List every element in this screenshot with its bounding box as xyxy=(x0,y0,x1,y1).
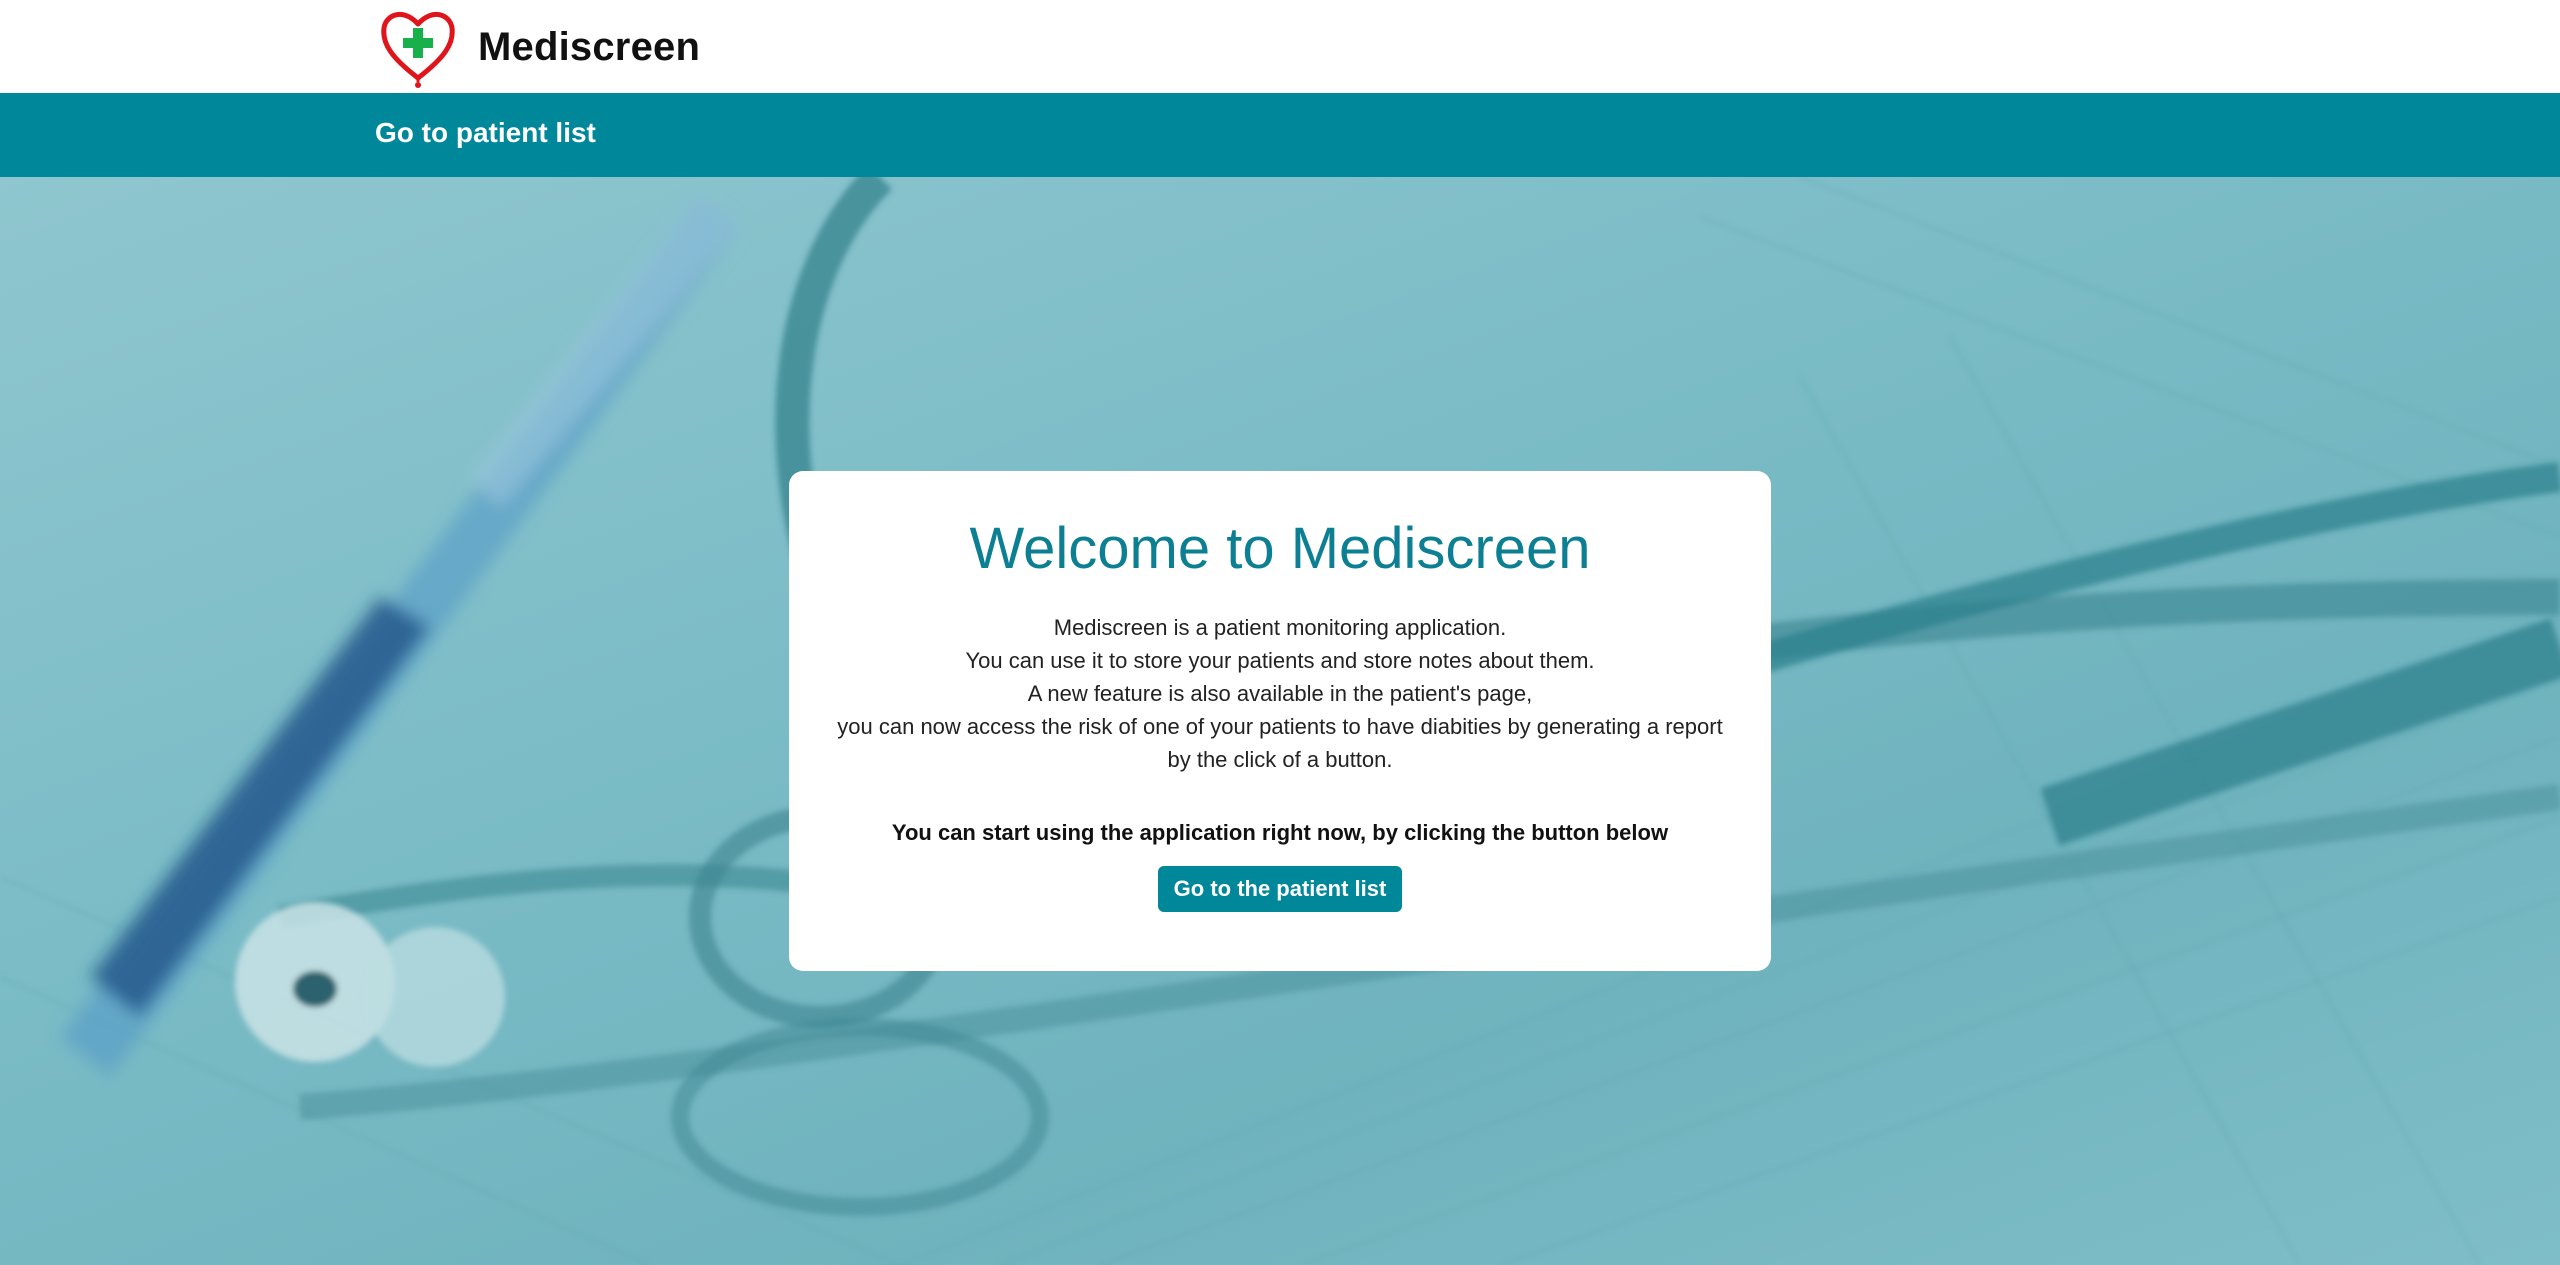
brand-name: Mediscreen xyxy=(478,24,701,69)
go-to-patient-list-button[interactable]: Go to the patient list xyxy=(1158,865,1402,912)
top-header: Mediscreen xyxy=(0,0,2560,93)
welcome-card: Welcome to Mediscreen Mediscreen is a pa… xyxy=(789,471,1771,971)
description-line: You can use it to store your patients an… xyxy=(965,647,1595,673)
hero-background: Welcome to Mediscreen Mediscreen is a pa… xyxy=(0,177,2560,1265)
description-line: A new feature is also available in the p… xyxy=(1027,680,1533,706)
brand-logo[interactable]: Mediscreen xyxy=(378,6,700,88)
cta-text: You can start using the application righ… xyxy=(891,819,1669,845)
heart-cross-icon xyxy=(381,12,455,88)
main-navbar: Go to patient list xyxy=(0,93,2560,177)
welcome-description: Mediscreen is a patient monitoring appli… xyxy=(789,611,1771,776)
description-line: Mediscreen is a patient monitoring appli… xyxy=(1053,614,1507,640)
welcome-title: Welcome to Mediscreen xyxy=(969,516,1591,581)
description-line: by the click of a button. xyxy=(1167,746,1393,772)
nav-link-patient-list[interactable]: Go to patient list xyxy=(375,117,596,149)
description-line: you can now access the risk of one of yo… xyxy=(837,713,1723,739)
